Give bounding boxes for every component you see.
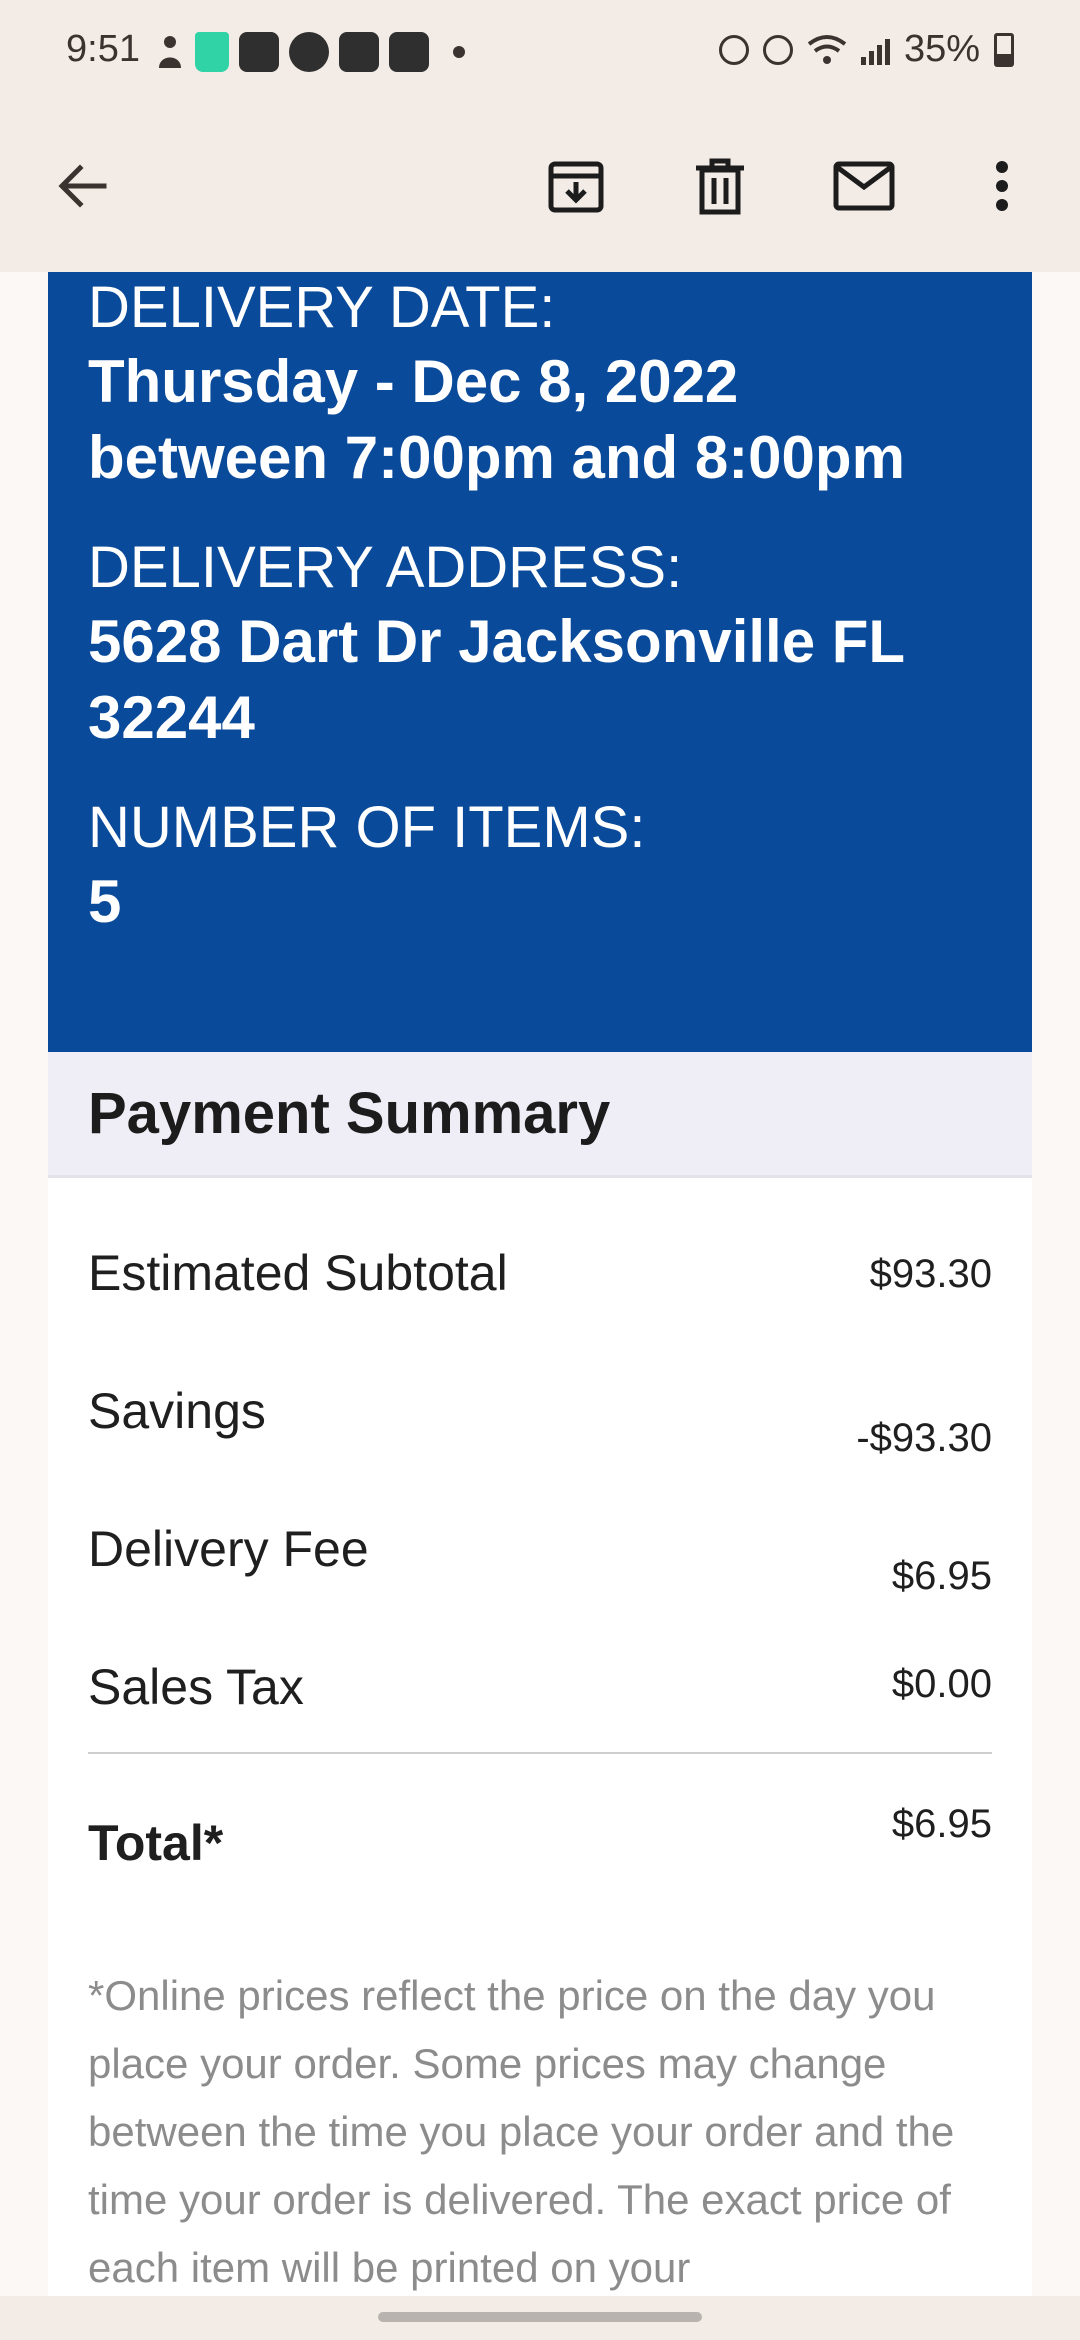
delivery-date-value: Thursday - Dec 8, 2022 <box>88 348 739 415</box>
battery-percent: 35% <box>903 28 980 70</box>
number-of-items-label: NUMBER OF ITEMS: <box>88 795 646 860</box>
battery-icon <box>994 32 1014 67</box>
gesture-handle[interactable] <box>378 2312 702 2322</box>
number-of-items-group: NUMBER OF ITEMS: 5 <box>88 776 992 960</box>
alarm-icon <box>762 34 793 65</box>
payment-row-subtotal: Estimated Subtotal $93.30 <box>88 1218 992 1356</box>
mail-icon[interactable] <box>816 138 912 234</box>
back-arrow-icon[interactable] <box>34 138 130 234</box>
delivery-address-group: DELIVERY ADDRESS: 5628 Dart Dr Jacksonvi… <box>88 516 992 776</box>
total-label: Total* <box>88 1815 224 1871</box>
payment-summary-title: Payment Summary <box>88 1081 611 1146</box>
payment-total-row: Total* $6.95 <box>88 1754 992 1884</box>
payment-row-amount: $93.30 <box>869 1252 992 1296</box>
wifi-icon <box>807 34 847 64</box>
delivery-time-value: between 7:00pm and 8:00pm <box>88 424 905 491</box>
payment-rows: Estimated Subtotal $93.30 Savings -$93.3… <box>48 1218 1032 1752</box>
payment-row-savings: Savings -$93.30 <box>88 1356 992 1494</box>
payment-row-amount: -$93.30 <box>856 1416 992 1460</box>
delivery-address-line2: 32244 <box>88 684 255 751</box>
delivery-address-label: DELIVERY ADDRESS: <box>88 535 683 600</box>
status-bar: 9:51 35% <box>0 0 1080 100</box>
more-vert-icon[interactable] <box>954 138 1050 234</box>
payment-row-amount: $6.95 <box>891 1554 992 1598</box>
status-time: 9:51 <box>66 28 140 70</box>
delivery-date-group: DELIVERY DATE: Thursday - Dec 8, 2022 be… <box>88 272 992 516</box>
app-bar <box>0 100 1080 272</box>
delivery-details-banner: DELIVERY DATE: Thursday - Dec 8, 2022 be… <box>48 272 1032 1052</box>
payment-row-label: Estimated Subtotal <box>88 1245 508 1301</box>
payment-row-label: Savings <box>88 1383 266 1439</box>
payment-row-sales-tax: Sales Tax $0.00 <box>88 1632 992 1752</box>
payment-row-delivery-fee: Delivery Fee $6.95 <box>88 1494 992 1632</box>
payment-row-label: Sales Tax <box>88 1659 304 1715</box>
price-disclaimer-note: *Online prices reflect the price on the … <box>88 1972 955 2291</box>
app-notification-icon <box>389 32 429 72</box>
email-body: DELIVERY DATE: Thursday - Dec 8, 2022 be… <box>48 272 1032 2296</box>
total-amount: $6.95 <box>891 1802 992 1846</box>
app-notification-icon <box>239 32 279 72</box>
cup-app-icon <box>195 32 229 72</box>
number-of-items-value: 5 <box>88 868 122 935</box>
lock-battery-icon <box>718 34 749 65</box>
facebook-icon <box>289 32 329 72</box>
delivery-date-label: DELIVERY DATE: <box>88 275 556 340</box>
signal-icon <box>860 35 890 65</box>
app-notification-icon <box>339 32 379 72</box>
payment-summary-header: Payment Summary <box>48 1052 1032 1178</box>
payment-row-label: Delivery Fee <box>88 1521 369 1577</box>
notification-icons <box>155 30 465 74</box>
more-notifications-dot-icon <box>453 46 465 58</box>
archive-icon[interactable] <box>528 138 624 234</box>
navigation-gesture-area <box>0 2296 1080 2340</box>
payment-row-amount: $0.00 <box>891 1662 992 1706</box>
person-notification-icon <box>159 36 181 68</box>
system-status: 35% <box>718 28 1014 71</box>
delivery-address-line1: 5628 Dart Dr Jacksonville FL <box>88 608 906 675</box>
delete-icon[interactable] <box>672 138 768 234</box>
